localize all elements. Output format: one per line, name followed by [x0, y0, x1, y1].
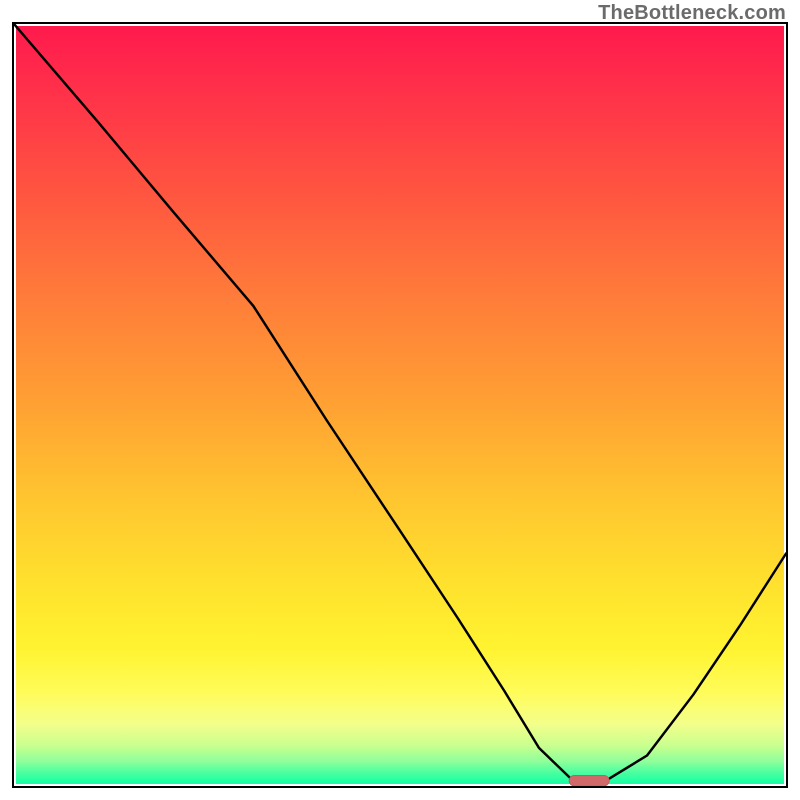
curve-layer — [14, 24, 786, 781]
plot-svg — [14, 24, 786, 786]
marker-capsule — [569, 775, 609, 786]
plot-border — [12, 22, 788, 788]
bottleneck-curve — [14, 24, 786, 781]
chart-frame: TheBottleneck.com — [0, 0, 800, 800]
marker-layer — [569, 775, 609, 786]
